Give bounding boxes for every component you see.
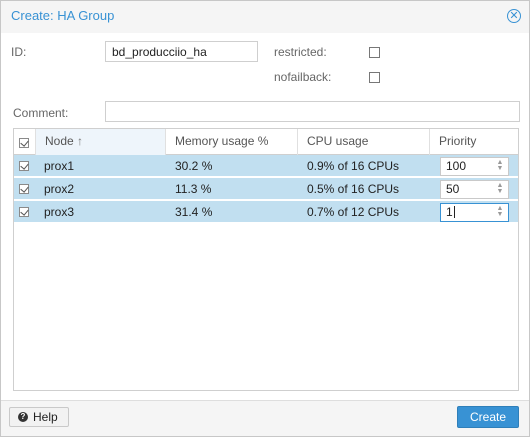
restricted-label: restricted: (274, 45, 327, 59)
spinner-arrows-icon[interactable]: ▲ ▼ (496, 205, 504, 219)
id-input[interactable]: bd_producciio_ha (105, 41, 258, 62)
ha-group-dialog: Create: HA Group ✕ ID: bd_producciio_ha … (0, 0, 530, 437)
column-header-cpu[interactable]: CPU usage (298, 129, 430, 155)
help-button[interactable]: ? Help (9, 407, 69, 427)
nofailback-label: nofailback: (274, 70, 332, 84)
question-circle-icon: ? (18, 412, 28, 422)
dialog-titlebar: Create: HA Group ✕ (1, 1, 529, 33)
node-cell: prox3 (44, 205, 75, 219)
dialog-body: ID: bd_producciio_ha restricted: nofailb… (1, 33, 529, 400)
spinner-arrows-icon[interactable]: ▲ ▼ (496, 159, 504, 173)
dialog-title: Create: HA Group (11, 8, 115, 23)
dialog-footer: ? Help Create (1, 400, 529, 436)
memory-cell: 30.2 % (175, 159, 213, 173)
priority-value: 1 (446, 205, 453, 219)
column-node-label: Node (45, 134, 74, 148)
comment-input[interactable] (105, 101, 520, 122)
priority-value: 50 (446, 182, 460, 196)
text-caret (453, 206, 455, 218)
row-checkbox[interactable] (19, 161, 29, 171)
table-row[interactable]: prox2 11.3 % 0.5% of 16 CPUs 50 ▲ ▼ (14, 178, 518, 200)
spinner-arrows-icon[interactable]: ▲ ▼ (496, 182, 504, 196)
priority-stepper[interactable]: 50 ▲ ▼ (440, 180, 509, 199)
help-button-label: Help (33, 410, 58, 424)
column-header-memory[interactable]: Memory usage % (166, 129, 298, 155)
create-button[interactable]: Create (457, 406, 519, 428)
memory-cell: 11.3 % (175, 182, 212, 196)
comment-label: Comment: (13, 106, 69, 120)
node-grid: Node ↑ Memory usage % CPU usage Priority… (13, 128, 519, 391)
column-header-node[interactable]: Node ↑ (36, 129, 166, 155)
cpu-cell: 0.9% of 16 CPUs (307, 159, 400, 173)
sort-ascending-icon: ↑ (77, 134, 84, 148)
row-checkbox[interactable] (19, 184, 29, 194)
table-row[interactable]: prox3 31.4 % 0.7% of 12 CPUs 1 ▲ ▼ (14, 201, 518, 223)
column-header-priority[interactable]: Priority (430, 129, 518, 155)
memory-cell: 31.4 % (175, 205, 213, 219)
priority-stepper[interactable]: 1 ▲ ▼ (440, 203, 509, 222)
priority-value: 100 (446, 159, 467, 173)
close-icon[interactable]: ✕ (507, 9, 521, 23)
table-row[interactable]: prox1 30.2 % 0.9% of 16 CPUs 100 ▲ ▼ (14, 155, 518, 177)
nofailback-checkbox[interactable] (369, 72, 380, 83)
cpu-cell: 0.5% of 16 CPUs (307, 182, 400, 196)
cpu-cell: 0.7% of 12 CPUs (307, 205, 400, 219)
priority-stepper[interactable]: 100 ▲ ▼ (440, 157, 509, 176)
select-all-checkbox[interactable] (19, 138, 29, 148)
row-checkbox[interactable] (19, 207, 29, 217)
node-cell: prox1 (44, 159, 75, 173)
restricted-checkbox[interactable] (369, 47, 380, 58)
grid-header: Node ↑ Memory usage % CPU usage Priority (14, 129, 518, 155)
id-label: ID: (11, 45, 27, 59)
select-all-column (14, 129, 36, 155)
node-cell: prox2 (44, 182, 75, 196)
